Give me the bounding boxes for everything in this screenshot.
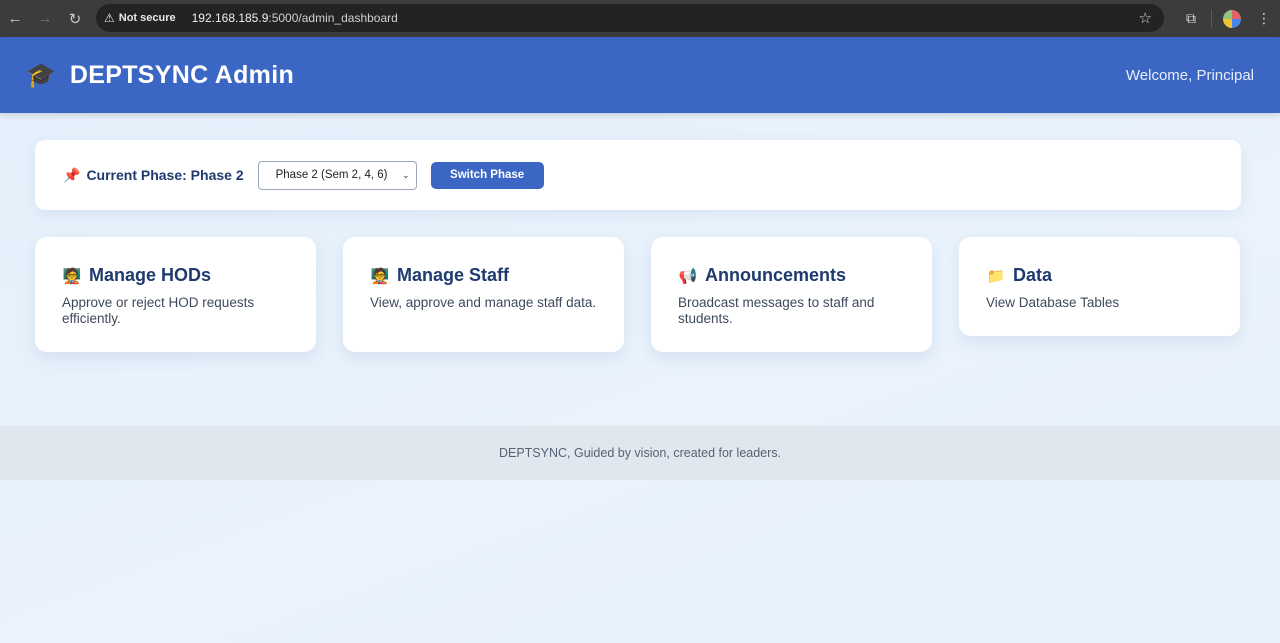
card-title-row: 🧑‍🏫 Manage HODs <box>62 265 290 286</box>
app-header: 🎓 DEPTSYNC Admin Welcome, Principal <box>0 37 1280 113</box>
card-title: Data <box>1013 265 1053 285</box>
pushpin-icon: 📌 <box>63 166 81 183</box>
profile-avatar[interactable] <box>1216 4 1248 34</box>
profile-icon <box>1223 9 1241 28</box>
phase-panel: 📌 Current Phase: Phase 2 Phase 2 (Sem 2,… <box>35 140 1241 210</box>
phase-select-value: Phase 2 (Sem 2, 4, 6) <box>275 169 388 181</box>
extensions-icon[interactable]: ⧉ <box>1175 4 1207 34</box>
page-title: DEPTSYNC Admin <box>69 60 295 89</box>
security-chip[interactable]: ⚠ Not secure <box>104 9 184 27</box>
card-manage-hods[interactable]: 🧑‍🏫 Manage HODs Approve or reject HOD re… <box>35 237 316 352</box>
warning-icon: ⚠ <box>104 11 115 25</box>
megaphone-icon: 📢 <box>678 267 698 285</box>
back-arrow-icon[interactable]: ← <box>0 4 30 34</box>
url-host: 192.168.185.9 <box>191 11 269 25</box>
teacher-icon: 🧑‍🏫 <box>370 267 390 285</box>
current-phase-label: Current Phase: Phase 2 <box>86 167 244 183</box>
card-manage-staff[interactable]: 🧑‍🏫 Manage Staff View, approve and manag… <box>343 237 624 352</box>
card-description: Broadcast messages to staff and students… <box>678 295 875 326</box>
reload-icon[interactable]: ↻ <box>60 4 90 34</box>
card-title: Announcements <box>705 265 847 285</box>
browser-toolbar: ← → ↻ ⚠ Not secure 192.168.185.9:5000/ad… <box>0 0 1280 37</box>
brand: 🎓 DEPTSYNC Admin <box>26 61 294 90</box>
card-title: Manage HODs <box>89 265 212 285</box>
forward-arrow-icon[interactable]: → <box>30 4 60 34</box>
menu-kebab-icon[interactable]: ⋮ <box>1248 4 1280 34</box>
url-text: 192.168.185.9:5000/admin_dashboard <box>192 11 398 25</box>
card-announcements[interactable]: 📢 Announcements Broadcast messages to st… <box>651 237 932 352</box>
card-description: View Database Tables <box>986 295 1120 310</box>
phase-select[interactable]: Phase 2 (Sem 2, 4, 6) ⌄ <box>257 160 417 190</box>
card-title-row: 📢 Announcements <box>678 265 906 286</box>
chevron-down-icon: ⌄ <box>402 169 410 180</box>
card-description: Approve or reject HOD requests efficient… <box>62 295 255 326</box>
not-secure-label: Not secure <box>118 12 176 24</box>
switch-phase-button[interactable]: Switch Phase <box>430 161 544 189</box>
card-title-row: 🧑‍🏫 Manage Staff <box>370 265 598 286</box>
card-description: View, approve and manage staff data. <box>370 295 597 310</box>
teacher-icon: 🧑‍🏫 <box>62 267 82 285</box>
address-bar[interactable]: ⚠ Not secure 192.168.185.9:5000/admin_da… <box>96 4 1164 32</box>
bookmark-star-icon[interactable]: ☆ <box>1139 9 1152 27</box>
footer: DEPTSYNC, Guided by vision, created for … <box>0 426 1280 480</box>
welcome-text: Welcome, Principal <box>1125 66 1254 84</box>
card-title-row: 📁 Data <box>986 265 1214 286</box>
folder-icon: 📁 <box>986 267 1006 285</box>
footer-text: DEPTSYNC, Guided by vision, created for … <box>498 446 782 460</box>
card-data[interactable]: 📁 Data View Database Tables <box>959 237 1240 336</box>
card-title: Manage Staff <box>397 265 510 285</box>
url-path: :5000/admin_dashboard <box>268 11 398 25</box>
toolbar-divider <box>1211 9 1212 28</box>
graduation-cap-icon: 🎓 <box>26 61 56 89</box>
